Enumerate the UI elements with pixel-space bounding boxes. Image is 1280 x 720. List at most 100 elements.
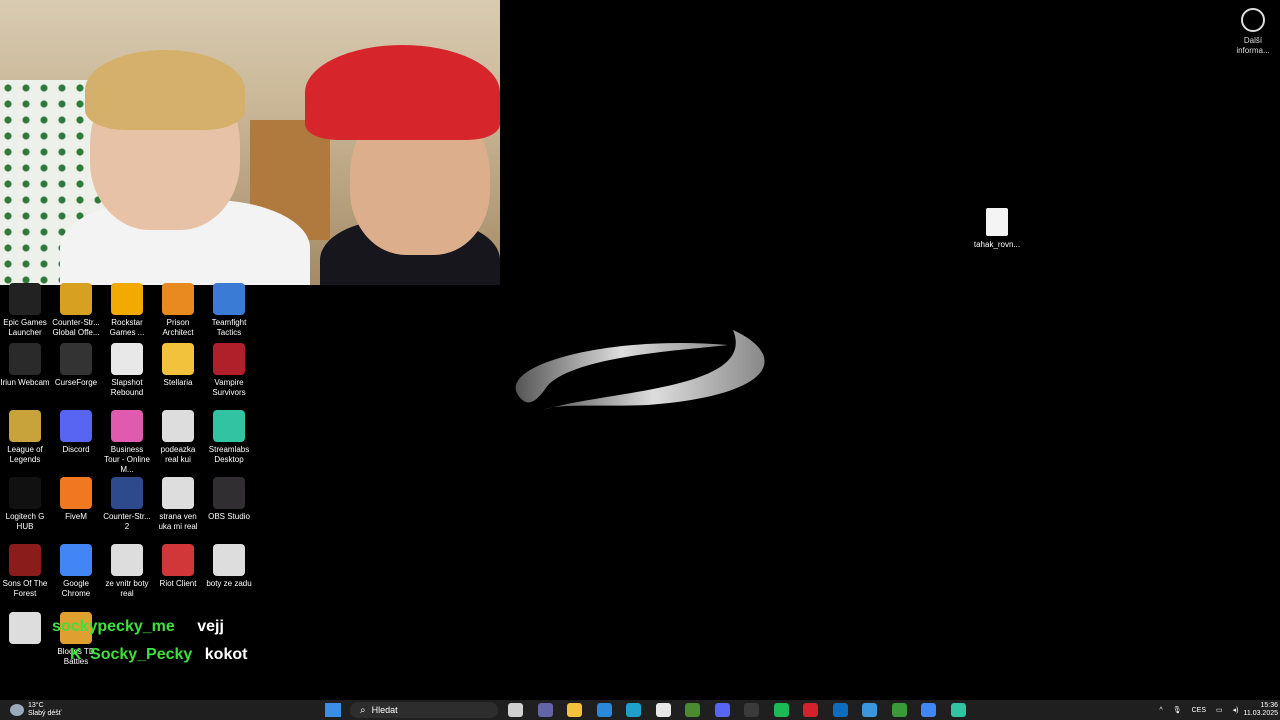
- edge-icon[interactable]: [626, 703, 641, 717]
- weather-widget[interactable]: 13°C Slabý déšť: [10, 700, 61, 720]
- logitech-icon: [9, 477, 41, 509]
- desktop-icon-label: Google Chrome: [61, 579, 91, 598]
- desktop-icon-label: Sons Of The Forest: [2, 579, 48, 598]
- desktop-icon[interactable]: Discord: [51, 410, 101, 455]
- file-explorer-icon[interactable]: [567, 703, 582, 717]
- tft-icon: [213, 283, 245, 315]
- clock-date: 11.03.2025: [1243, 710, 1278, 717]
- chrome-icon[interactable]: [921, 703, 936, 717]
- desktop-file-tahak[interactable]: tahak_rovn...: [965, 208, 1029, 249]
- business-tour-icon: [111, 410, 143, 442]
- taskbar: 13°C Slabý déšť ⌕ Hledat ^ 🎙 CES ▭ ◂) 15…: [0, 700, 1280, 720]
- clock[interactable]: 15:36 11.03.2025: [1243, 702, 1278, 718]
- desktop-icon-label: Prison Architect: [162, 318, 194, 337]
- desktop-icon[interactable]: FiveM: [51, 477, 101, 522]
- desktop-icon[interactable]: Streamlabs Desktop: [204, 410, 254, 465]
- desktop-icon[interactable]: League of Legends: [0, 410, 50, 465]
- kick-badge-icon: K: [70, 646, 82, 663]
- desktop-icon[interactable]: Sons Of The Forest: [0, 544, 50, 599]
- desktop-icon-label: boty ze zadu: [206, 579, 252, 588]
- search-placeholder: Hledat: [371, 705, 398, 715]
- desktop-file-label: tahak_rovn...: [973, 240, 1021, 249]
- desktop-icon[interactable]: Prison Architect: [153, 283, 203, 338]
- discord-icon[interactable]: [714, 703, 730, 717]
- desktop-icon-label: Teamfight Tactics: [211, 318, 247, 337]
- fivem-icon: [60, 477, 92, 509]
- desktop-icon[interactable]: Slapshot Rebound: [102, 343, 152, 398]
- epic-games-icon: [9, 283, 41, 315]
- chat-message: sockypecky_me vejj: [52, 618, 224, 636]
- azure-icon[interactable]: [862, 703, 877, 717]
- desktop-icon[interactable]: Riot Client: [153, 544, 203, 589]
- outlook-icon[interactable]: [832, 703, 848, 717]
- desktop-icon-label: Riot Client: [159, 579, 197, 588]
- desktop-icon[interactable]: OBS Studio: [204, 477, 254, 522]
- microphone-icon[interactable]: 🎙: [1173, 706, 1182, 714]
- desktop-icon[interactable]: CurseForge: [51, 343, 101, 388]
- opera-icon[interactable]: [803, 703, 818, 717]
- chat-username: Socky_Pecky: [90, 646, 193, 663]
- network-icon[interactable]: ▭: [1216, 706, 1223, 714]
- cs2-icon: [111, 477, 143, 509]
- desktop-icon-label: podeazka real kui: [160, 445, 196, 464]
- teams-icon[interactable]: [537, 703, 553, 717]
- red-cap: [305, 45, 500, 140]
- obs-icon[interactable]: [744, 703, 759, 717]
- start-button[interactable]: [325, 703, 341, 717]
- person-left-hair: [85, 50, 245, 130]
- desktop-icon[interactable]: Counter-Str... Global Offe...: [51, 283, 101, 338]
- desktop-icon-label: League of Legends: [7, 445, 43, 464]
- vampire-survivors-icon: [213, 343, 245, 375]
- xbox-icon[interactable]: [891, 703, 907, 717]
- desktop-icon-label: Epic Games Launcher: [3, 318, 47, 337]
- widgets-icon: [1241, 8, 1265, 32]
- chat-message: K Socky_Pecky kokot: [70, 646, 247, 664]
- riot-icon: [162, 544, 194, 576]
- chat-username: sockypecky_me: [52, 618, 175, 635]
- desktop-icon[interactable]: Business Tour - Online M...: [102, 410, 152, 475]
- desktop-icon-label: Slapshot Rebound: [110, 378, 144, 397]
- sons-forest-icon: [9, 544, 41, 576]
- task-view-icon[interactable]: [508, 703, 523, 717]
- weather-temp: 13°C: [28, 702, 44, 709]
- desktop-icon[interactable]: Counter-Str... 2: [102, 477, 152, 532]
- store-icon[interactable]: [655, 703, 671, 717]
- language-indicator[interactable]: CES: [1192, 707, 1206, 714]
- desktop-icon[interactable]: Iriun Webcam: [0, 343, 50, 388]
- desktop-icon[interactable]: Rockstar Games ...: [102, 283, 152, 338]
- chat-text: kokot: [204, 646, 248, 663]
- streamlabs-icon[interactable]: [950, 703, 966, 717]
- file-icon: [9, 612, 41, 644]
- desktop-icon[interactable]: Logitech G HUB: [0, 477, 50, 532]
- weather-desc: Slabý déšť: [28, 710, 62, 717]
- desktop-icon[interactable]: [0, 612, 50, 647]
- desktop-icon-label: CurseForge: [54, 378, 98, 387]
- mail-icon[interactable]: [596, 703, 612, 717]
- minecraft-icon[interactable]: [685, 703, 700, 717]
- search-box[interactable]: ⌕ Hledat: [350, 702, 498, 718]
- chrome-icon: [60, 544, 92, 576]
- prison-architect-icon: [162, 283, 194, 315]
- spotify-icon[interactable]: [773, 703, 789, 717]
- desktop-icon[interactable]: Vampire Survivors: [204, 343, 254, 398]
- desktop-icon[interactable]: Epic Games Launcher: [0, 283, 50, 338]
- desktop-icon-label: Streamlabs Desktop: [208, 445, 250, 464]
- desktop-icon[interactable]: strana ven uka mi real: [153, 477, 203, 532]
- volume-icon[interactable]: ◂): [1233, 706, 1239, 714]
- weather-icon: [10, 704, 24, 716]
- desktop-icon[interactable]: Stellaria: [153, 343, 203, 388]
- desktop-icon-label: ze vnitr boty real: [105, 579, 149, 598]
- desktop-icon[interactable]: boty ze zadu: [204, 544, 254, 589]
- widgets-button[interactable]: Další informa...: [1228, 8, 1278, 56]
- streamlabs-icon: [213, 410, 245, 442]
- desktop-icon[interactable]: podeazka real kui: [153, 410, 203, 465]
- csgo-icon: [60, 283, 92, 315]
- desktop-icon[interactable]: ze vnitr boty real: [102, 544, 152, 599]
- wallpaper-ring-logo: [515, 330, 765, 410]
- widgets-label: Další informa...: [1236, 36, 1270, 55]
- chevron-up-icon[interactable]: ^: [1159, 707, 1162, 714]
- chat-text: vejj: [197, 618, 224, 635]
- desktop-icon[interactable]: Google Chrome: [51, 544, 101, 599]
- lol-icon: [9, 410, 41, 442]
- desktop-icon[interactable]: Teamfight Tactics: [204, 283, 254, 338]
